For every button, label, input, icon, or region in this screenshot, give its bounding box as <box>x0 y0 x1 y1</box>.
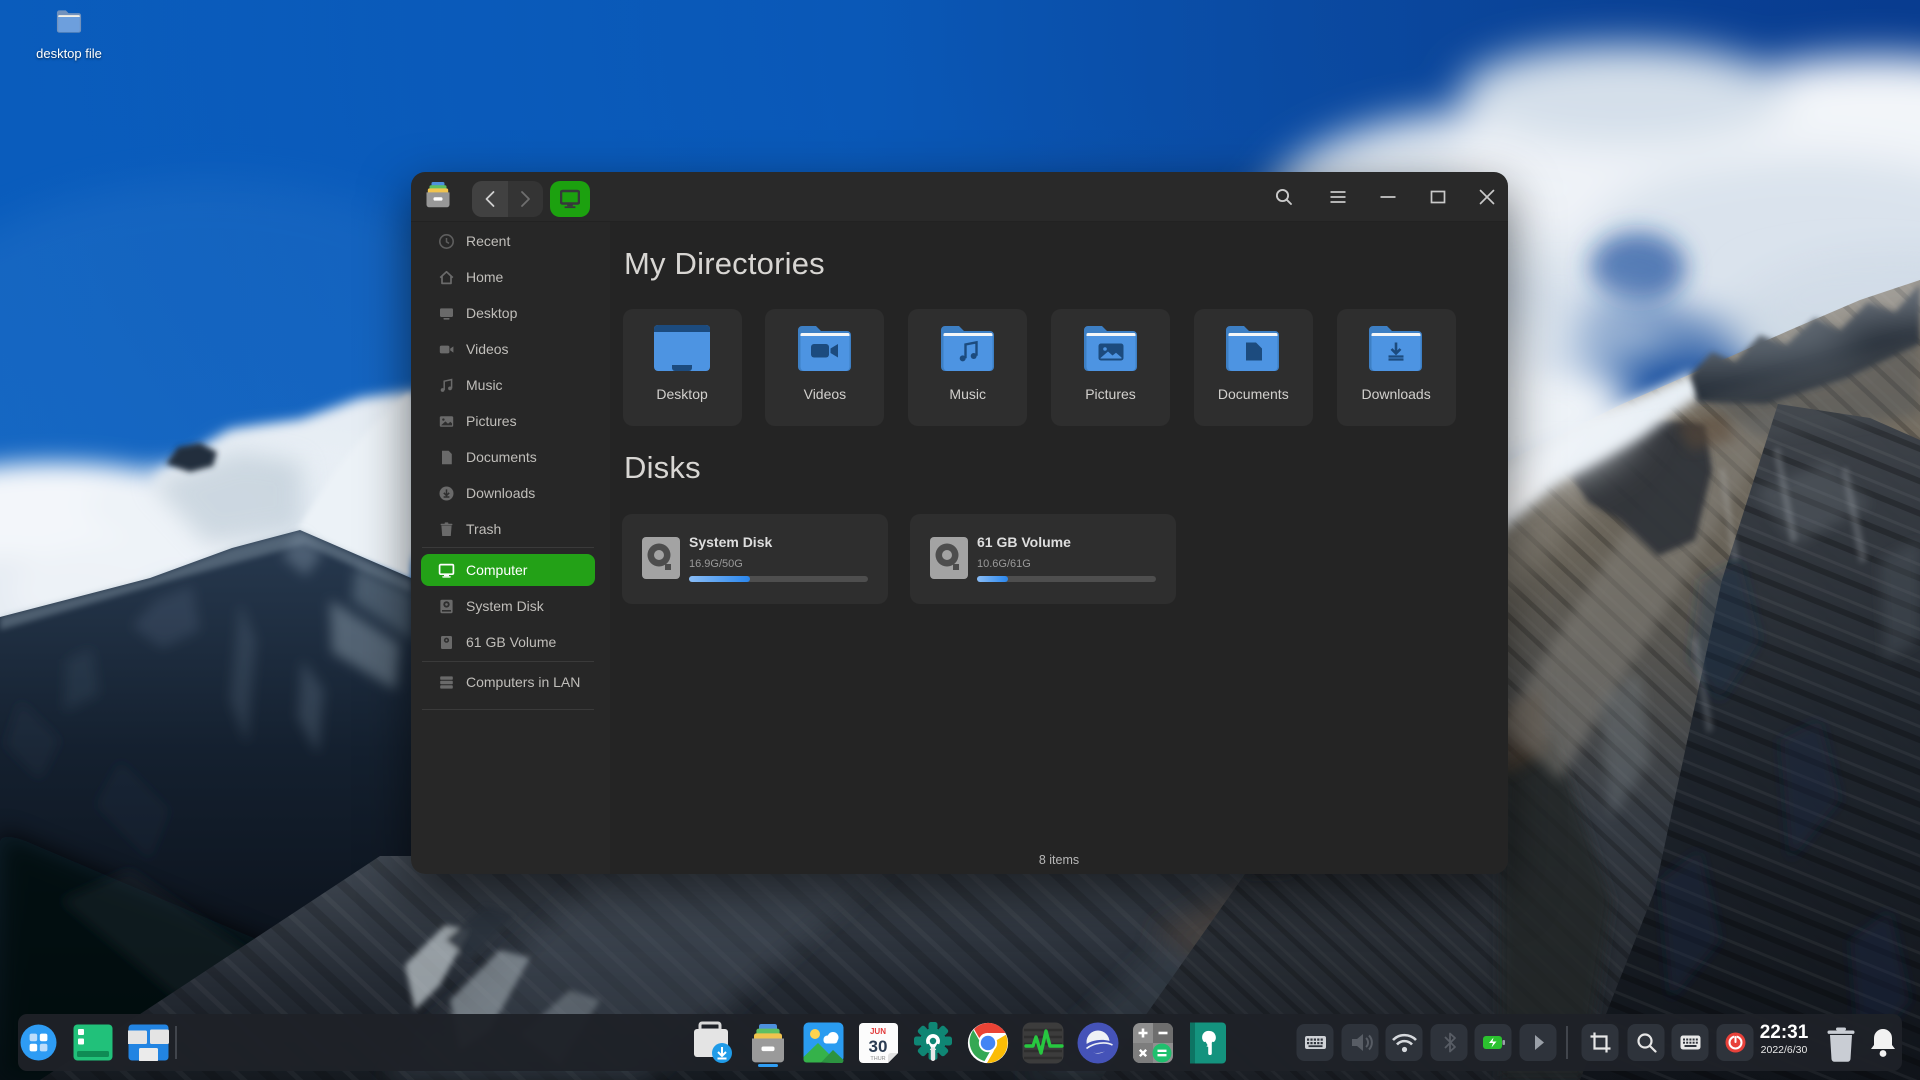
svg-text:30: 30 <box>869 1037 888 1056</box>
svg-text:JUN: JUN <box>870 1027 886 1036</box>
svg-text:THUR: THUR <box>870 1056 885 1062</box>
